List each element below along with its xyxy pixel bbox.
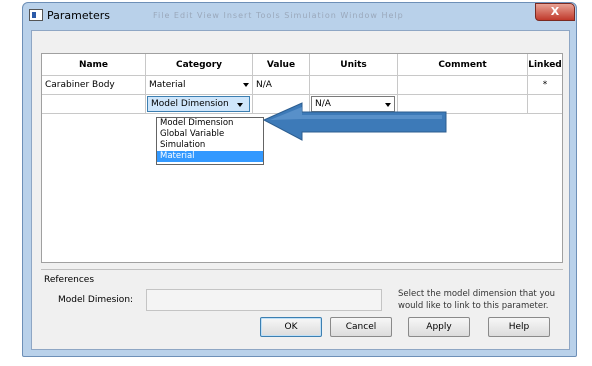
close-button[interactable]: X <box>535 3 575 21</box>
parameters-window: Parameters File Edit View Insert Tools S… <box>22 2 577 357</box>
window-title: Parameters <box>47 9 110 22</box>
background-menu-bar: File Edit View Insert Tools Simulation W… <box>153 11 404 20</box>
header-comment[interactable]: Comment <box>398 54 528 76</box>
annotation-arrow-icon <box>262 102 447 141</box>
row2-category-cell: Model Dimension <box>146 95 253 114</box>
row1-value[interactable]: N/A <box>253 76 310 95</box>
model-dimension-label: Model Dimesion: <box>58 295 134 305</box>
category-dropdown-list[interactable]: Model Dimension Global Variable Simulati… <box>156 117 264 165</box>
row2-category-combo[interactable]: Model Dimension <box>147 96 250 112</box>
title-bar[interactable]: Parameters File Edit View Insert Tools S… <box>23 3 576 29</box>
row1-category-value: Material <box>149 80 186 90</box>
option-simulation[interactable]: Simulation <box>157 140 263 151</box>
header-category[interactable]: Category <box>146 54 253 76</box>
reference-hint-text: Select the model dimension that you woul… <box>398 289 556 311</box>
option-model-dimension[interactable]: Model Dimension <box>157 118 263 129</box>
row1-units[interactable] <box>310 76 398 95</box>
row2-name[interactable] <box>42 95 146 114</box>
row2-linked[interactable] <box>528 95 562 114</box>
option-global-variable[interactable]: Global Variable <box>157 129 263 140</box>
references-divider <box>41 269 563 270</box>
app-icon <box>29 9 43 21</box>
header-units[interactable]: Units <box>310 54 398 76</box>
header-linked[interactable]: Linked <box>528 54 562 76</box>
references-title: References <box>44 275 95 285</box>
help-button[interactable]: Help <box>488 317 550 337</box>
apply-button[interactable]: Apply <box>408 317 470 337</box>
option-material[interactable]: Material <box>157 151 263 162</box>
header-name[interactable]: Name <box>42 54 146 76</box>
cancel-button[interactable]: Cancel <box>330 317 392 337</box>
header-value[interactable]: Value <box>253 54 310 76</box>
chevron-down-icon[interactable] <box>243 83 249 87</box>
chevron-down-icon[interactable] <box>237 103 243 107</box>
row1-category-combo[interactable]: Material <box>146 76 253 95</box>
row2-category-value: Model Dimension <box>151 99 229 109</box>
row1-comment[interactable] <box>398 76 528 95</box>
row1-name[interactable]: Carabiner Body <box>42 76 146 95</box>
model-dimension-field[interactable] <box>146 289 382 311</box>
parameters-grid: Name Category Value Units Comment Linked… <box>41 53 563 263</box>
ok-button[interactable]: OK <box>260 317 322 337</box>
dialog-body: Name Category Value Units Comment Linked… <box>31 30 570 350</box>
row1-linked[interactable]: * <box>528 76 562 95</box>
